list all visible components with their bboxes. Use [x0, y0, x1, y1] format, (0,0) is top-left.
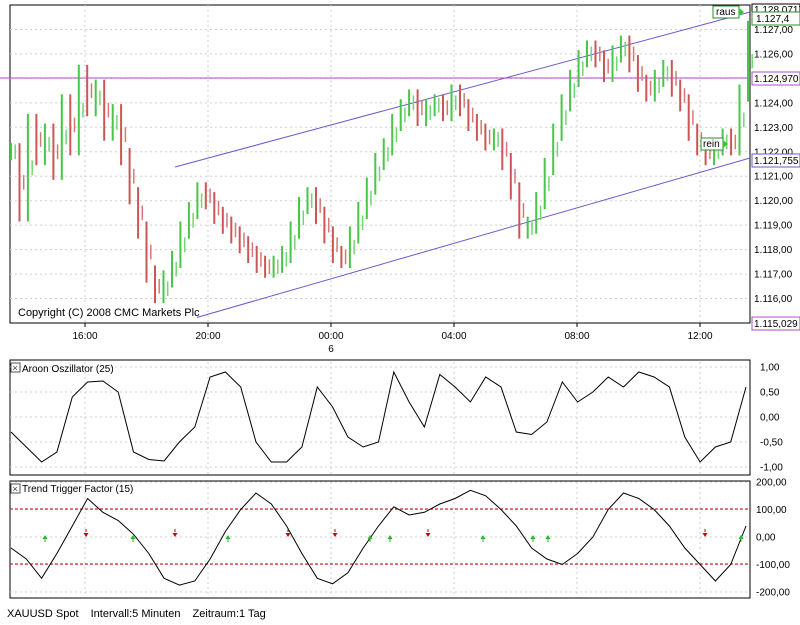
- marker-level-value: 1.124,970: [754, 74, 799, 85]
- price-y-tick: 1.127,00: [754, 25, 793, 36]
- time-tick-label: 16:00: [72, 331, 97, 342]
- aroon-panel: 1,00 0,50 0,00 -0,50 -1,00 × Aroon Oszillato…: [10, 360, 783, 475]
- aroon-y-axis: 1,00 0,50 0,00 -0,50 -1,00: [760, 363, 783, 474]
- time-tick-label: 04:00: [441, 331, 466, 342]
- ttf-y-axis: 200,00 100,00 0,00 -100,00 -200,00: [756, 478, 790, 599]
- ttf-title: Trend Trigger Factor (15): [22, 484, 133, 495]
- time-axis: 16:00 20:00 00:00 04:00 08:00 12:00: [72, 323, 712, 342]
- ttf-y-tick: -100,00: [756, 560, 790, 571]
- price-panel: 1.127,001.126,001.125,001.124,001.123,00…: [0, 4, 800, 355]
- marker-current-value: 1.127,4: [756, 14, 790, 25]
- price-y-tick: 1.123,00: [754, 123, 793, 134]
- time-tick-label: 00:00: [318, 331, 343, 342]
- ttf-y-tick: 0,00: [756, 533, 776, 544]
- time-tick-label: 20:00: [195, 331, 220, 342]
- aroon-y-tick: -1,00: [760, 463, 783, 474]
- price-y-tick: 1.118,00: [754, 245, 793, 256]
- price-y-tick: 1.116,00: [754, 294, 793, 305]
- date-label: 6: [328, 344, 334, 355]
- aroon-y-tick: -0,50: [760, 438, 783, 449]
- ttf-y-tick: -200,00: [756, 588, 790, 599]
- status-range: Zeitraum:1 Tag: [193, 608, 266, 620]
- annotation-raus: raus: [716, 7, 735, 18]
- status-bar: XAUUSD Spot Intervall:5 Minuten Zeitraum…: [0, 604, 800, 625]
- ttf-panel: 200,00 100,00 0,00 -100,00 -200,00 × Trend T…: [10, 478, 790, 599]
- status-symbol: XAUUSD Spot: [7, 608, 79, 620]
- status-interval: Intervall:5 Minuten: [91, 608, 181, 620]
- aroon-close-icon: ×: [13, 363, 18, 373]
- ttf-close-icon: ×: [13, 484, 18, 494]
- price-y-tick: 1.126,00: [754, 49, 793, 60]
- marker-bottom-value: 1.115,029: [754, 319, 798, 330]
- aroon-y-tick: 1,00: [760, 363, 780, 374]
- ttf-y-tick: 200,00: [756, 478, 787, 489]
- price-y-tick: 1.120,00: [754, 196, 793, 207]
- marker-channel-value: 1.121,755: [754, 156, 799, 167]
- price-y-tick: 1.121,00: [754, 172, 793, 183]
- aroon-y-tick: 0,50: [760, 388, 780, 399]
- time-tick-label: 08:00: [564, 331, 589, 342]
- copyright-text: Copyright (C) 2008 CMC Markets Plc: [18, 307, 200, 319]
- ttf-y-tick: 100,00: [756, 505, 787, 516]
- time-tick-label: 12:00: [687, 331, 712, 342]
- aroon-title: Aroon Oszillator (25): [22, 364, 114, 375]
- chart-canvas: 1.127,001.126,001.125,001.124,001.123,00…: [0, 0, 800, 604]
- price-y-tick: 1.117,00: [754, 270, 793, 281]
- price-y-tick: 1.119,00: [754, 221, 793, 232]
- aroon-y-tick: 0,00: [760, 413, 780, 424]
- annotation-rein: rein: [703, 139, 720, 150]
- price-y-tick: 1.124,00: [754, 98, 793, 109]
